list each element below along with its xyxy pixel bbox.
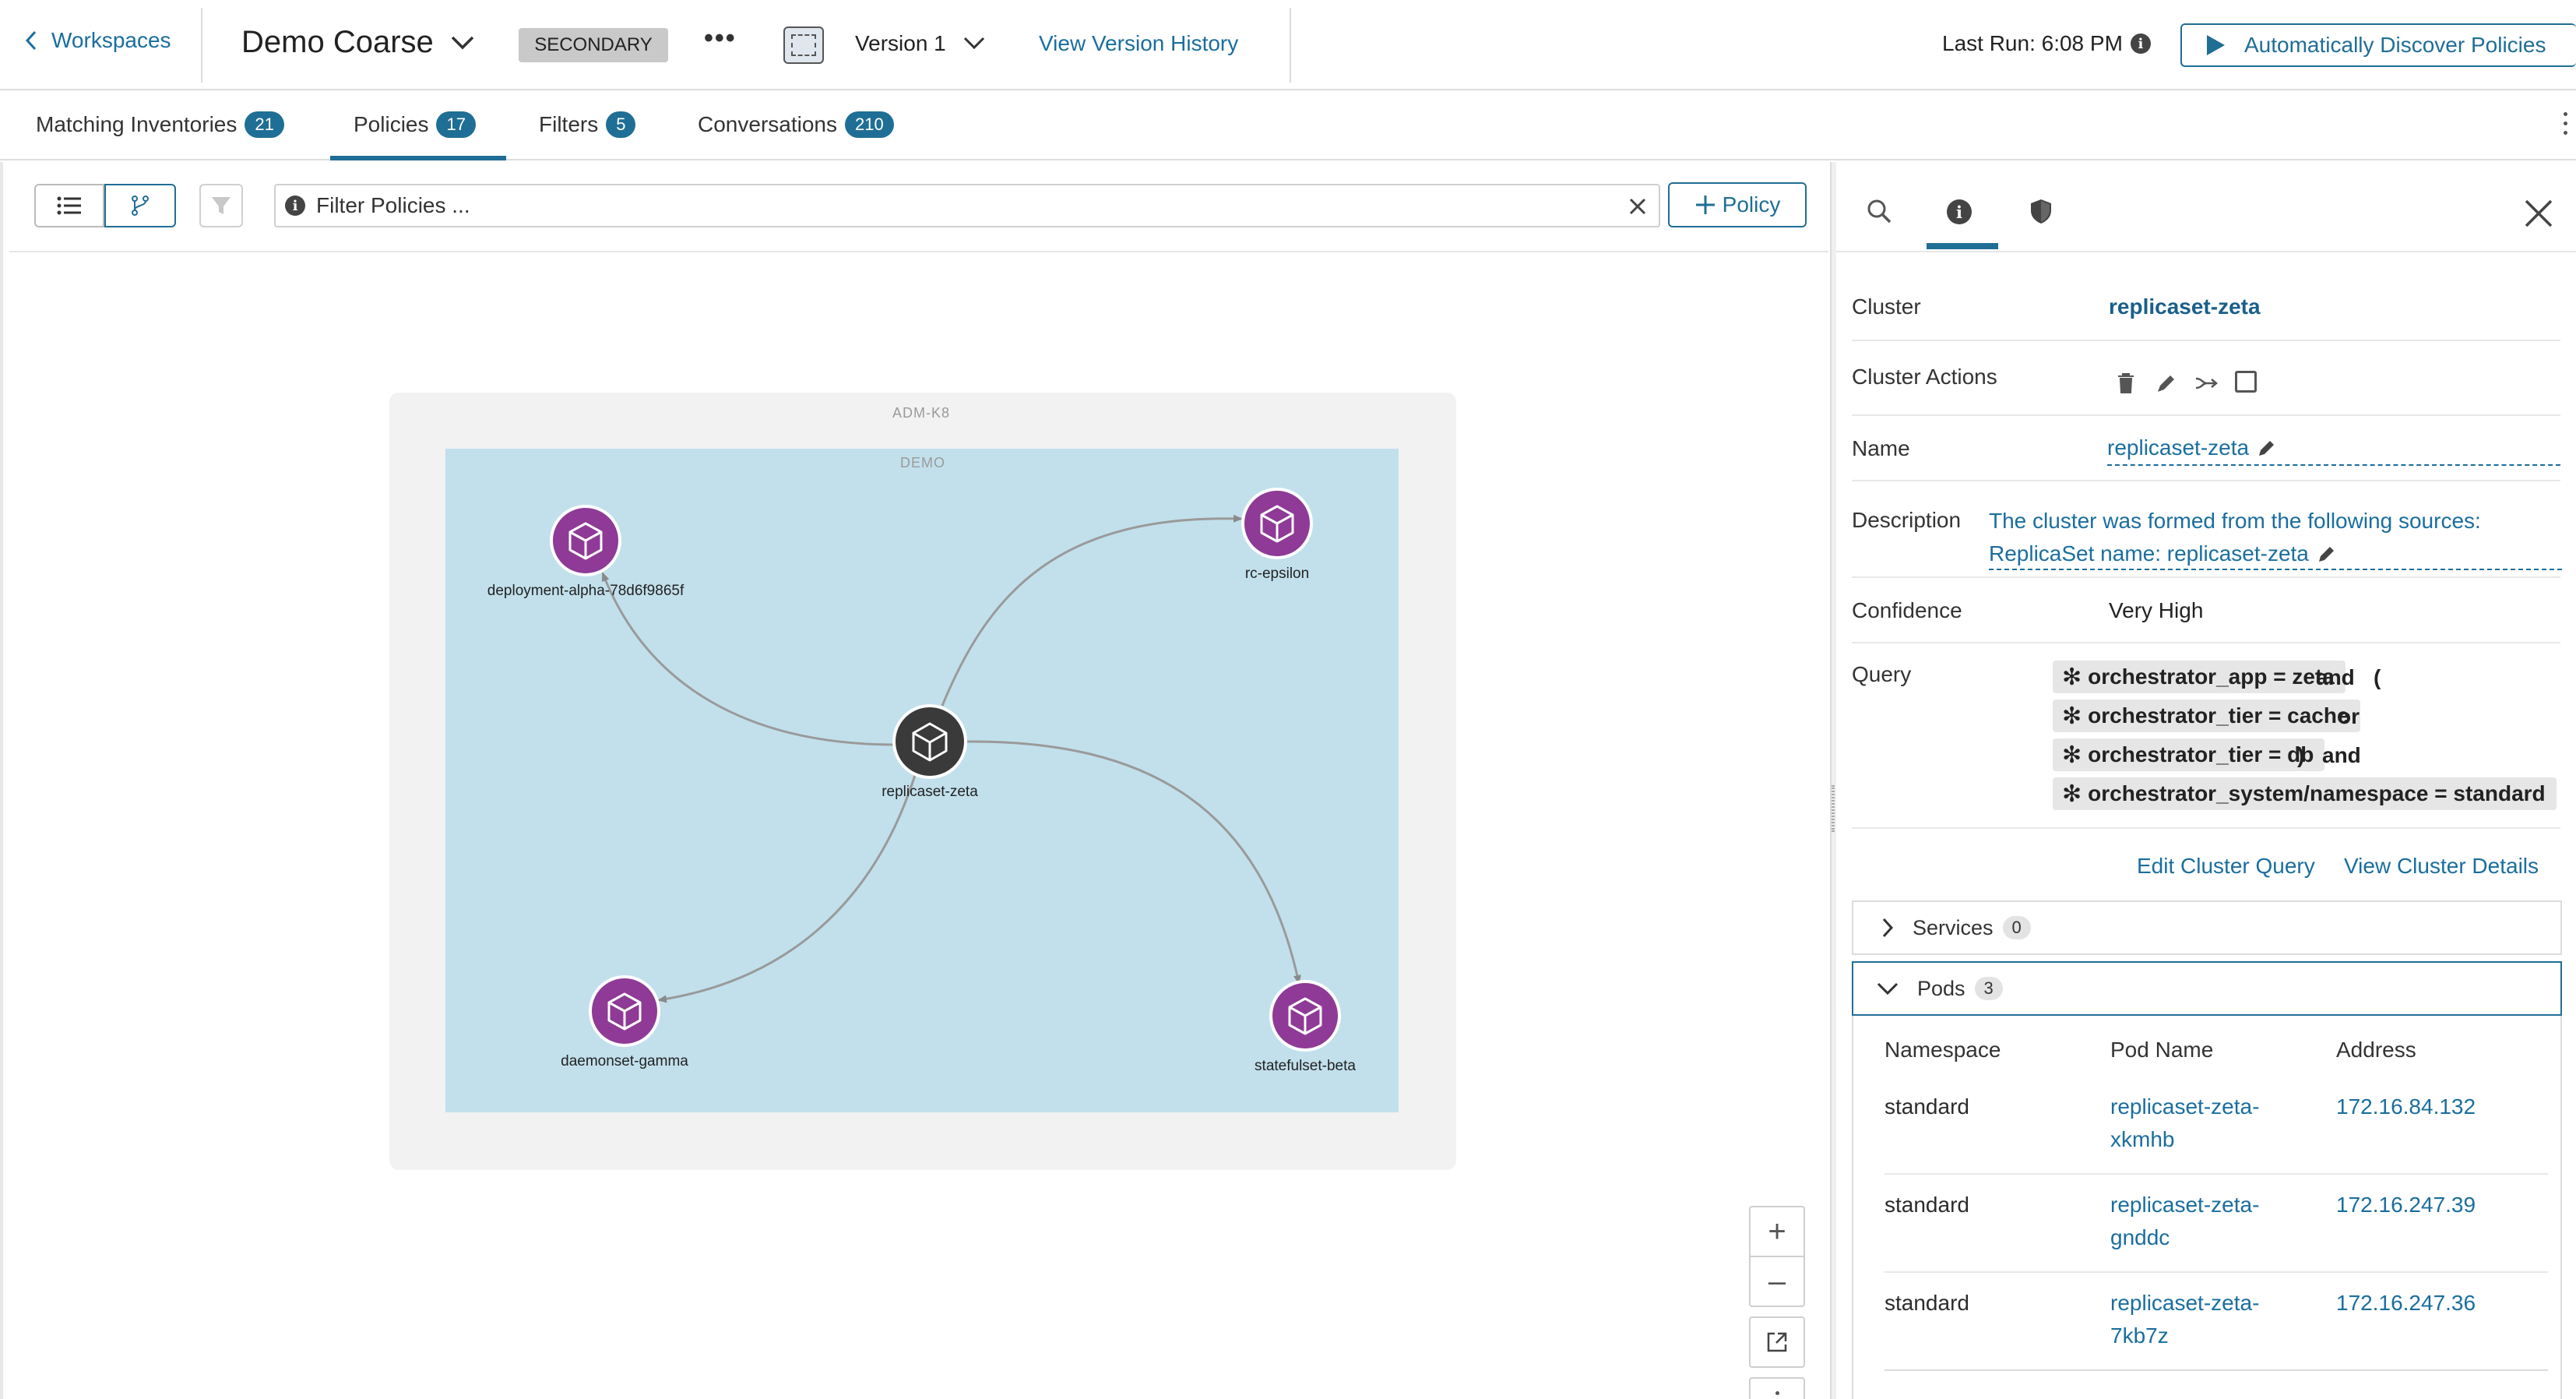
name-value: replicaset-zeta [2107, 435, 2250, 460]
details-panel: i Cluster replicaset-zeta Cluster Action… [1836, 162, 2576, 1399]
node-replicaset-zeta[interactable] [892, 704, 967, 779]
chip-text: orchestrator_tier = db [2088, 742, 2314, 766]
column-header-pod-name: Pod Name [2110, 1038, 2214, 1062]
info-tab-icon[interactable]: i [1947, 199, 1972, 224]
pods-count: 3 [1974, 977, 2003, 1000]
name-label: Name [1852, 436, 1910, 460]
zoom-in-button[interactable]: + [1749, 1206, 1805, 1257]
query-operator: or [2338, 704, 2360, 728]
pod-namespace: standard [1884, 1094, 1969, 1119]
pods-table: Namespace Pod Name Address standard repl… [1852, 1016, 2562, 1399]
pod-namespace: standard [1884, 1291, 1969, 1315]
services-count: 0 [2002, 916, 2031, 939]
query-operator: ( [2374, 665, 2381, 689]
table-row: standard replicaset-zeta- 7kb7z 172.16.24… [1884, 1273, 2548, 1371]
chevron-right-icon [1882, 918, 1894, 938]
name-editable[interactable]: replicaset-zeta [2107, 432, 2560, 466]
pods-label: Pods [1917, 976, 1965, 1000]
confidence-value: Very High [2109, 598, 2204, 622]
description-row: Description The cluster was formed from … [1852, 481, 2562, 578]
edge-zeta-to-beta[interactable] [965, 740, 1301, 985]
minus-icon: – [1768, 1263, 1786, 1299]
pod-name-link[interactable]: replicaset-zeta-xkmhb [2110, 1091, 2259, 1156]
query-chip[interactable]: ✻ orchestrator_tier = cache [2053, 700, 2360, 732]
cluster-value: replicaset-zeta [2109, 294, 2261, 319]
services-accordion[interactable]: Services 0 [1852, 900, 2562, 955]
pod-namespace: standard [1884, 1193, 1969, 1217]
pod-name-link[interactable]: replicaset-zeta-gnddc [2110, 1189, 2259, 1254]
node-daemonset-gamma[interactable] [589, 975, 660, 1047]
node-label: deployment-alpha-78d6f9865f [487, 583, 684, 599]
query-operator: and [2322, 743, 2361, 767]
search-icon[interactable] [1866, 198, 1892, 224]
edge-zeta-to-epsilon[interactable] [941, 514, 1243, 707]
node-statefulset-beta[interactable] [1269, 980, 1341, 1052]
pod-name-link[interactable]: replicaset-zeta- 7kb7z [2110, 1287, 2259, 1352]
chip-text: orchestrator_system/namespace = standard [2088, 781, 2546, 805]
view-cluster-details-link[interactable]: View Cluster Details [2344, 854, 2539, 879]
name-row: Name replicaset-zeta [1852, 416, 2560, 481]
edit-cluster-query-link[interactable]: Edit Cluster Query [2137, 854, 2315, 879]
confidence-row: Confidence Very High [1852, 578, 2560, 643]
pencil-icon [2318, 547, 2334, 562]
chip-text: orchestrator_app = zeta [2088, 664, 2335, 689]
select-checkbox[interactable] [2235, 371, 2257, 393]
node-label: rc-epsilon [1244, 566, 1310, 582]
node-deployment-alpha[interactable] [550, 505, 621, 576]
pod-address-link[interactable]: 172.16.247.39 [2336, 1189, 2476, 1221]
trash-icon[interactable] [2117, 372, 2135, 394]
chevron-down-icon [1877, 982, 1899, 996]
description-editable[interactable]: The cluster was formed from the followin… [1989, 505, 2562, 570]
node-label: replicaset-zeta [882, 784, 978, 800]
node-rc-epsilon[interactable] [1241, 488, 1313, 559]
actions-label: Cluster Actions [1852, 365, 1997, 389]
description-label: Description [1852, 508, 1962, 532]
node-label: statefulset-beta [1255, 1058, 1356, 1074]
plus-icon: + [1768, 1214, 1786, 1249]
pod-address-link[interactable]: 172.16.247.36 [2336, 1287, 2476, 1320]
chip-text: orchestrator_tier = cache [2088, 703, 2349, 728]
info-tab-underline [1927, 243, 1998, 249]
cluster-label: Cluster [1852, 294, 1921, 319]
shield-icon[interactable] [2029, 198, 2053, 224]
pods-accordion[interactable]: Pods 3 [1852, 961, 2562, 1016]
more-graph-controls[interactable] [1749, 1377, 1805, 1399]
pencil-icon[interactable] [2155, 372, 2177, 394]
column-header-address: Address [2336, 1038, 2416, 1062]
confidence-label: Confidence [1852, 598, 1962, 622]
query-label: Query [1852, 662, 1912, 686]
cluster-actions-row: Cluster Actions [1852, 341, 2560, 416]
pod-address-link[interactable]: 172.16.84.132 [2336, 1091, 2476, 1123]
edge-zeta-to-gamma[interactable] [657, 772, 917, 1003]
fit-view-button[interactable] [1749, 1316, 1805, 1368]
close-panel-icon[interactable] [2523, 198, 2554, 229]
merge-icon[interactable] [2194, 372, 2218, 394]
query-chip[interactable]: ✻ orchestrator_app = zeta [2053, 661, 2345, 693]
table-row: standard replicaset-zeta-xkmhb 172.16.84… [1884, 1077, 2548, 1175]
query-operator: ) [2297, 743, 2305, 767]
description-line: The cluster was formed from the followin… [1989, 509, 2481, 533]
services-label: Services [1913, 915, 1994, 939]
pencil-icon [2259, 441, 2275, 456]
node-label: daemonset-gamma [561, 1053, 688, 1070]
pane-resize-handle[interactable] [1830, 162, 1836, 1399]
zoom-out-button[interactable]: – [1749, 1256, 1805, 1307]
column-header-namespace: Namespace [1884, 1038, 2001, 1062]
table-row: standard replicaset-zeta-gnddc 172.16.24… [1884, 1175, 2548, 1273]
query-operator: and [2316, 665, 2355, 689]
query-chip[interactable]: ✻ orchestrator_system/namespace = standar… [2053, 777, 2557, 810]
export-icon [1767, 1332, 1787, 1352]
description-line: ReplicaSet name: replicaset-zeta [1989, 541, 2309, 566]
cluster-row: Cluster replicaset-zeta [1852, 279, 2560, 341]
query-chip[interactable]: ✻ orchestrator_tier = db [2053, 738, 2325, 771]
